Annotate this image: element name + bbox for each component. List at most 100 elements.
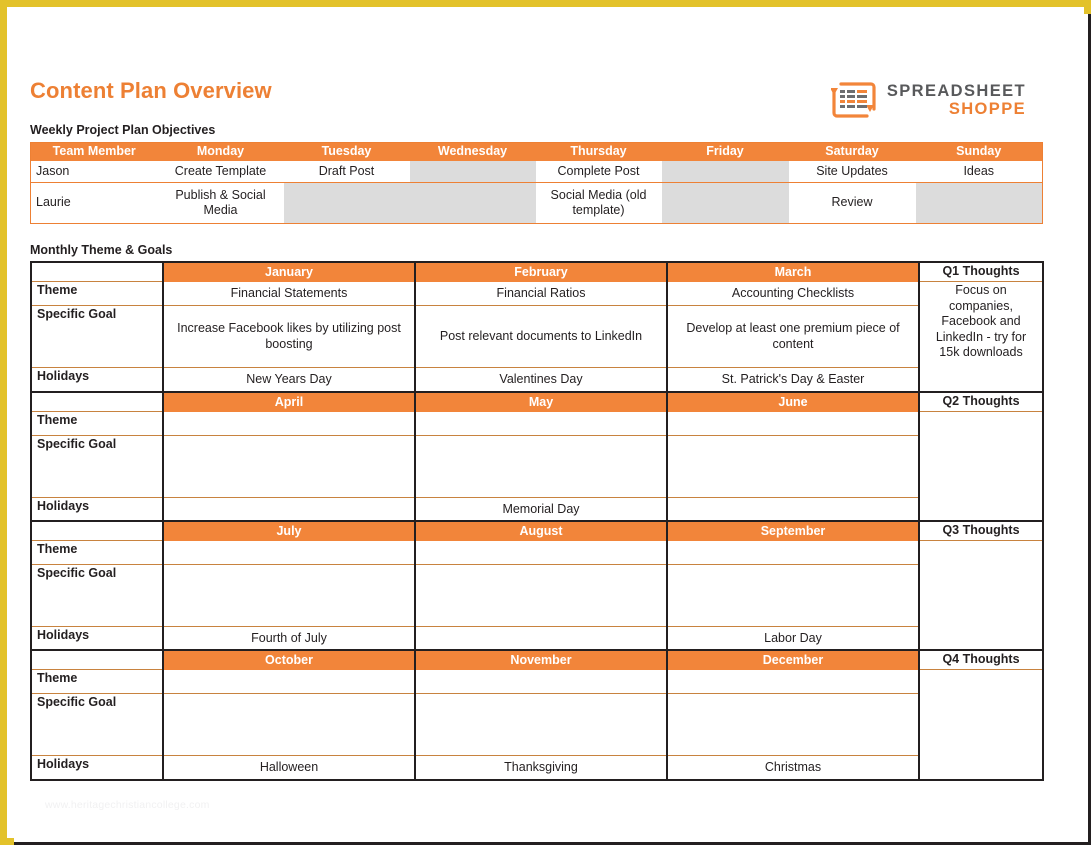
month-header: April xyxy=(162,392,415,412)
brand-logo: SPREADSHEET SHOPPE xyxy=(830,79,1026,121)
holiday-cell[interactable]: Christmas xyxy=(666,755,919,780)
theme-cell[interactable] xyxy=(162,540,415,565)
theme-cell[interactable]: Accounting Checklists xyxy=(666,281,919,306)
weekly-cell[interactable] xyxy=(283,182,410,224)
goal-cell[interactable] xyxy=(162,564,415,627)
goal-cell[interactable]: Increase Facebook likes by utilizing pos… xyxy=(162,305,415,368)
month-header: September xyxy=(666,521,919,541)
month-header: June xyxy=(666,392,919,412)
weekly-cell[interactable] xyxy=(409,182,536,224)
goal-cell[interactable]: Develop at least one premium piece of co… xyxy=(666,305,919,368)
quarter-thoughts-cell[interactable] xyxy=(918,540,1043,651)
page-frame: Content Plan Overview SPREADSHEET SHOPPE… xyxy=(0,0,1091,845)
weekly-col-monday: Monday xyxy=(157,142,284,161)
weekly-cell[interactable]: Social Media (old template) xyxy=(535,182,662,224)
quarter-thoughts-cell[interactable] xyxy=(918,669,1043,780)
month-header: February xyxy=(414,262,667,282)
weekly-cell[interactable]: Draft Post xyxy=(283,161,410,183)
weekly-cell[interactable] xyxy=(661,161,789,183)
monthly-corner-cell xyxy=(31,521,163,541)
holiday-cell[interactable]: New Years Day xyxy=(162,367,415,392)
weekly-member-name[interactable]: Jason xyxy=(30,161,158,183)
table-row: Specific Goal xyxy=(31,693,1043,756)
holiday-cell[interactable]: Labor Day xyxy=(666,626,919,651)
table-row: Theme xyxy=(31,540,1043,651)
theme-cell[interactable] xyxy=(162,669,415,694)
weekly-cell[interactable] xyxy=(915,182,1043,224)
row-label-holidays: Holidays xyxy=(31,497,163,522)
weekly-cell[interactable]: Publish & Social Media xyxy=(157,182,284,224)
theme-cell[interactable]: Financial Ratios xyxy=(414,281,667,306)
quarter-thoughts-cell[interactable] xyxy=(918,411,1043,522)
table-row: Theme xyxy=(31,669,1043,780)
weekly-member-name[interactable]: Laurie xyxy=(30,182,158,224)
theme-cell[interactable] xyxy=(666,411,919,436)
row-label-holidays: Holidays xyxy=(31,755,163,780)
row-label-theme: Theme xyxy=(31,669,163,694)
month-header: July xyxy=(162,521,415,541)
holiday-cell[interactable]: Thanksgiving xyxy=(414,755,667,780)
table-row: Specific Goal xyxy=(31,564,1043,627)
weekly-cell[interactable]: Ideas xyxy=(915,161,1043,183)
month-header: May xyxy=(414,392,667,412)
holiday-cell[interactable]: Memorial Day xyxy=(414,497,667,522)
table-row: Holidays Memorial Day xyxy=(31,497,1043,522)
monthly-corner-cell xyxy=(31,392,163,412)
table-row: Theme Financial Statements Financial Rat… xyxy=(31,281,1043,392)
monthly-header-row: October November December Q4 Thoughts xyxy=(31,650,1043,670)
table-row: Jason Create Template Draft Post Complet… xyxy=(30,161,1043,183)
weekly-cell[interactable]: Create Template xyxy=(157,161,284,183)
holiday-cell[interactable]: St. Patrick's Day & Easter xyxy=(666,367,919,392)
row-label-specific-goal: Specific Goal xyxy=(31,305,163,368)
brand-line-1: SPREADSHEET xyxy=(886,81,1026,100)
quarter-thoughts-header: Q3 Thoughts xyxy=(918,521,1043,541)
weekly-cell[interactable]: Complete Post xyxy=(535,161,662,183)
goal-cell[interactable] xyxy=(414,564,667,627)
month-header: October xyxy=(162,650,415,670)
month-header: March xyxy=(666,262,919,282)
weekly-cell[interactable]: Site Updates xyxy=(788,161,916,183)
theme-cell[interactable] xyxy=(414,669,667,694)
quarter-thoughts-cell[interactable]: Focus on companies, Facebook and LinkedI… xyxy=(918,281,1043,392)
month-header: November xyxy=(414,650,667,670)
row-label-theme: Theme xyxy=(31,281,163,306)
holiday-cell[interactable] xyxy=(162,497,415,522)
goal-cell[interactable] xyxy=(162,435,415,498)
monthly-header-row: July August September Q3 Thoughts xyxy=(31,521,1043,541)
theme-cell[interactable] xyxy=(162,411,415,436)
goal-cell[interactable] xyxy=(414,435,667,498)
holiday-cell[interactable]: Fourth of July xyxy=(162,626,415,651)
weekly-cell[interactable] xyxy=(661,182,789,224)
monthly-table-q2: April May June Q2 Thoughts Theme Specifi… xyxy=(30,391,1044,523)
holiday-cell[interactable] xyxy=(414,626,667,651)
theme-cell[interactable] xyxy=(666,669,919,694)
watermark-text: www.heritagechristiancollege.com xyxy=(45,799,210,811)
goal-cell[interactable] xyxy=(666,564,919,627)
theme-cell[interactable] xyxy=(666,540,919,565)
weekly-header-row: Team Member Monday Tuesday Wednesday Thu… xyxy=(30,142,1043,161)
theme-cell[interactable] xyxy=(414,411,667,436)
table-row: Specific Goal Increase Facebook likes by… xyxy=(31,305,1043,368)
holiday-cell[interactable]: Halloween xyxy=(162,755,415,780)
goal-cell[interactable] xyxy=(666,693,919,756)
weekly-col-friday: Friday xyxy=(661,142,789,161)
table-row: Specific Goal xyxy=(31,435,1043,498)
monthly-corner-cell xyxy=(31,262,163,282)
goal-cell[interactable] xyxy=(414,693,667,756)
goal-cell[interactable]: Post relevant documents to LinkedIn xyxy=(414,305,667,368)
row-label-specific-goal: Specific Goal xyxy=(31,435,163,498)
theme-cell[interactable] xyxy=(414,540,667,565)
goal-cell[interactable] xyxy=(162,693,415,756)
holiday-cell[interactable]: Valentines Day xyxy=(414,367,667,392)
goal-cell[interactable] xyxy=(666,435,919,498)
weekly-col-thursday: Thursday xyxy=(535,142,662,161)
weekly-cell[interactable]: Review xyxy=(788,182,916,224)
row-label-specific-goal: Specific Goal xyxy=(31,564,163,627)
row-label-theme: Theme xyxy=(31,540,163,565)
row-label-holidays: Holidays xyxy=(31,367,163,392)
holiday-cell[interactable] xyxy=(666,497,919,522)
spreadsheet-logo-icon xyxy=(830,82,876,118)
weekly-cell[interactable] xyxy=(409,161,536,183)
weekly-col-sunday: Sunday xyxy=(915,142,1043,161)
theme-cell[interactable]: Financial Statements xyxy=(162,281,415,306)
